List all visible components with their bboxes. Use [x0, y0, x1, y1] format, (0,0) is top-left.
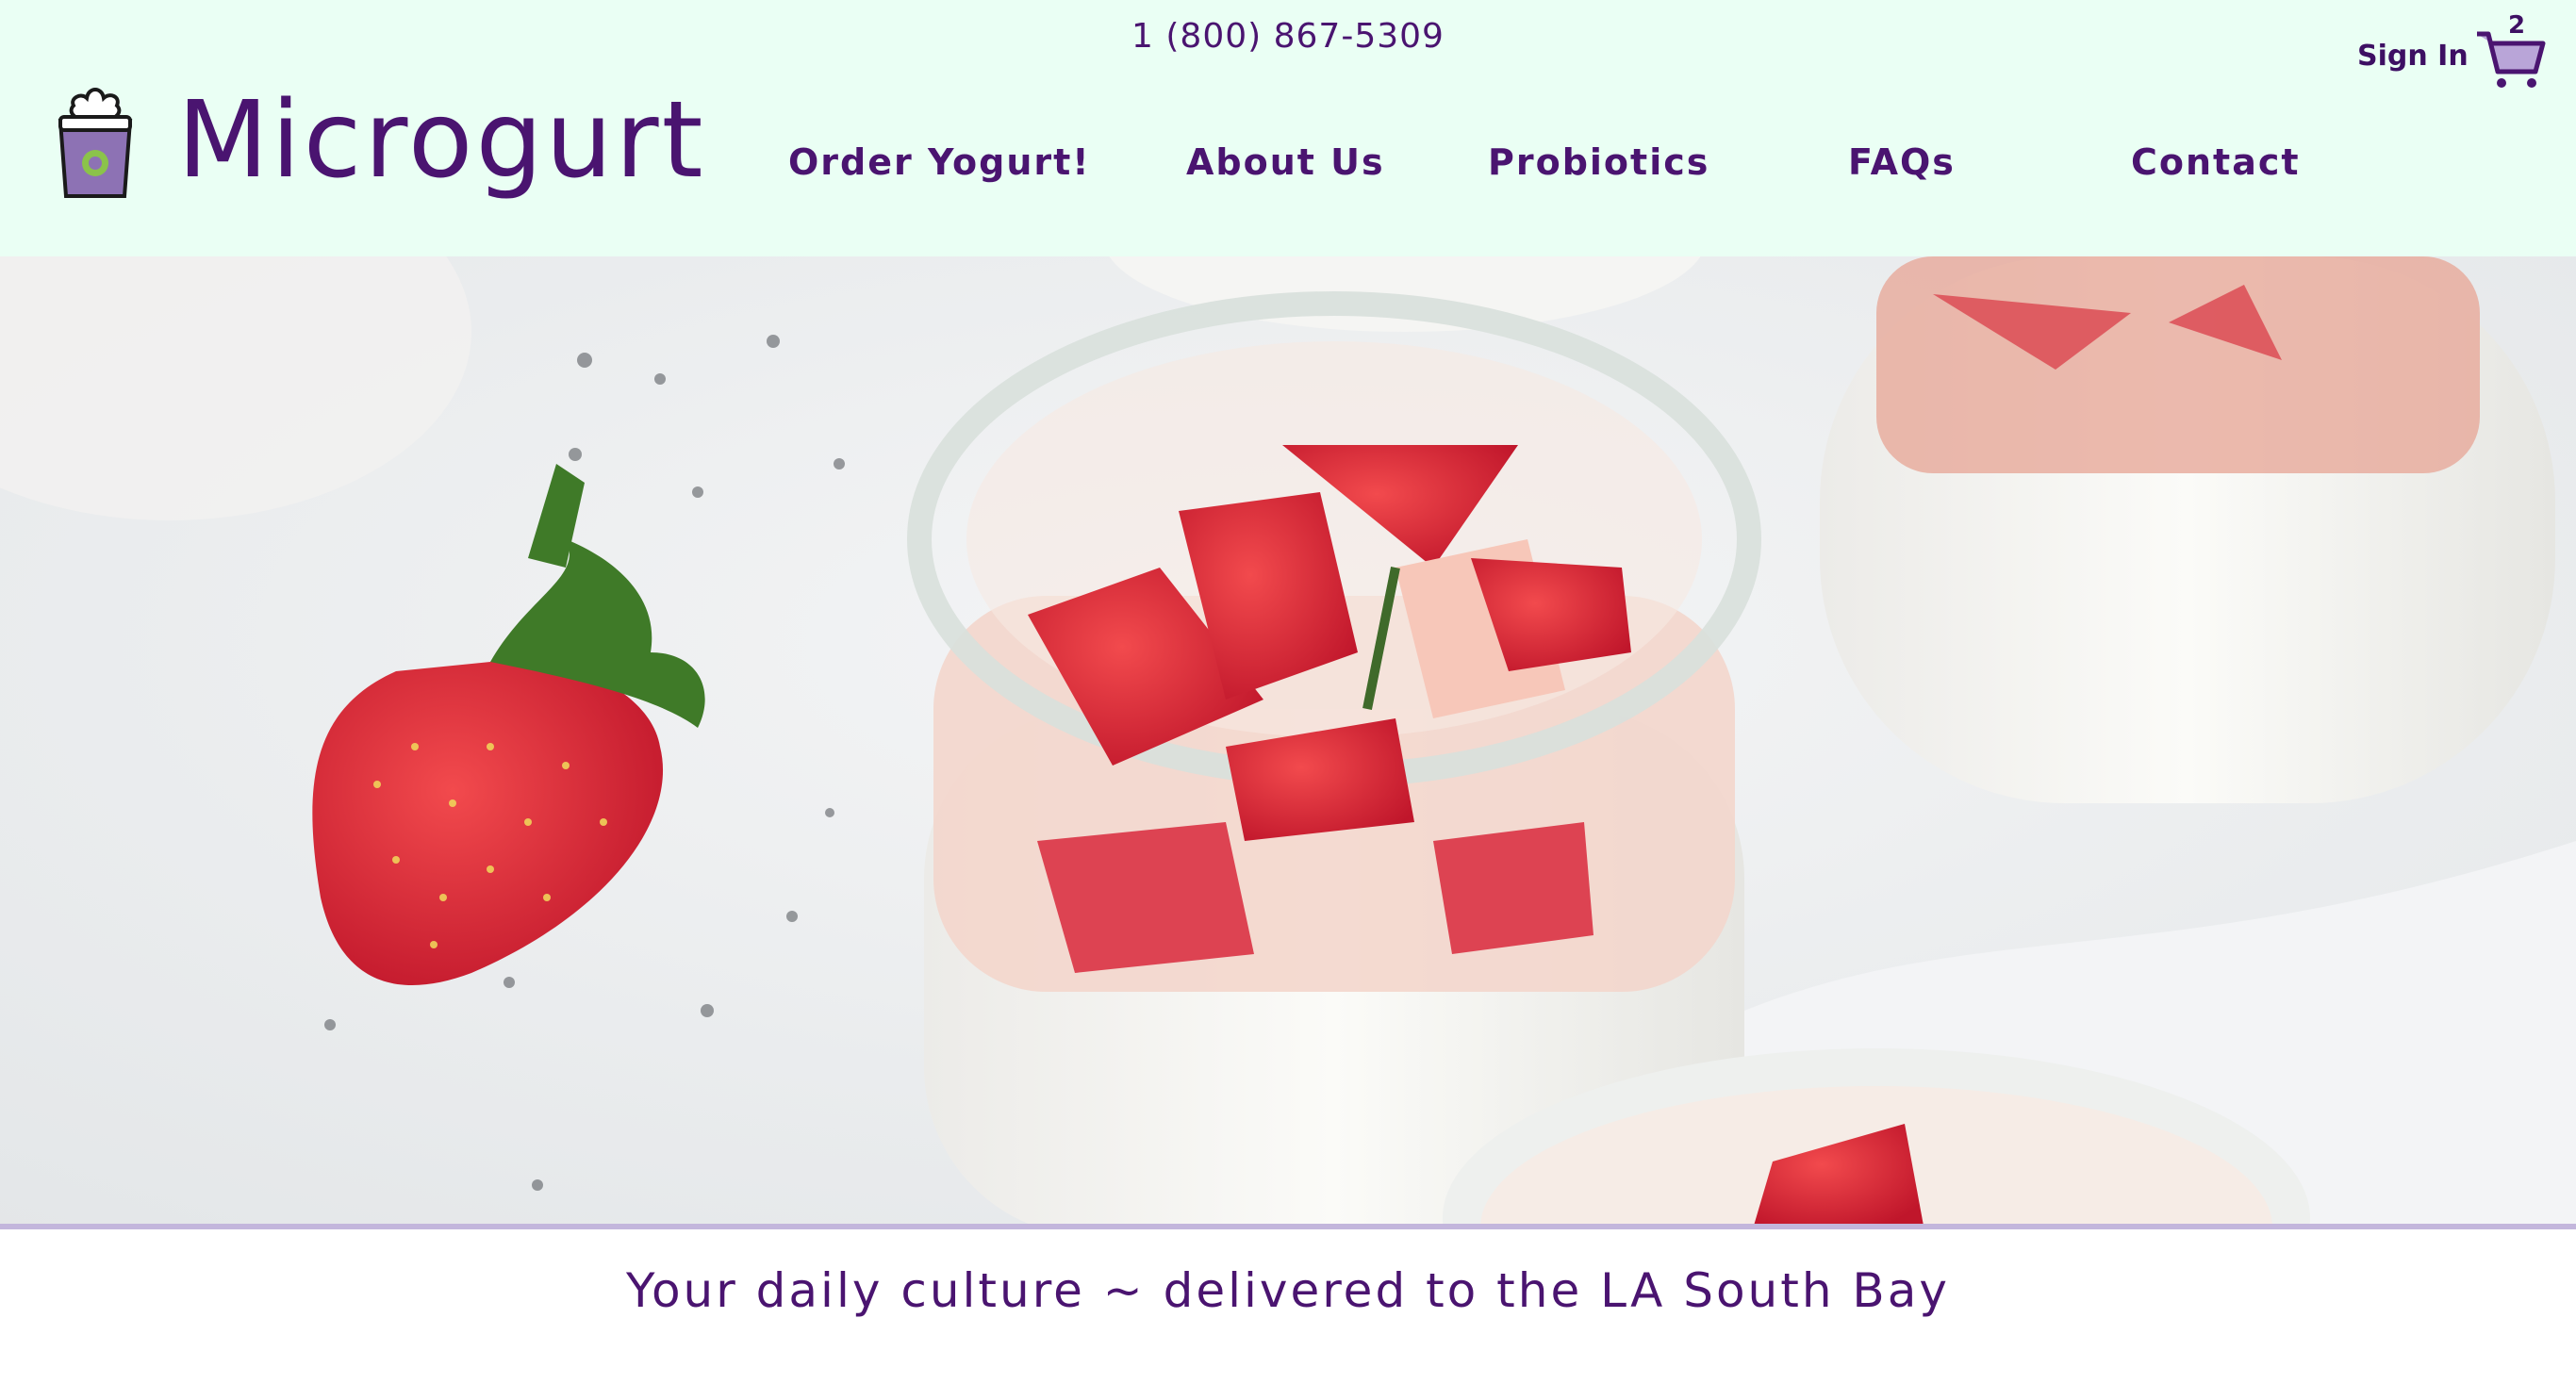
nav-order-yogurt[interactable]: Order Yogurt! [788, 141, 1091, 183]
hero-image [0, 256, 2576, 1226]
site-header: 1 (800) 867-5309 Microgurt Order Yogurt!… [0, 0, 2576, 256]
sign-in-link[interactable]: Sign In [2357, 40, 2469, 73]
shopping-cart-icon[interactable] [2475, 26, 2546, 92]
nav-about-us[interactable]: About Us [1186, 141, 1385, 183]
hero-divider [0, 1224, 2576, 1229]
brand-name[interactable]: Microgurt [177, 77, 705, 204]
tagline: Your daily culture ~ delivered to the LA… [626, 1263, 1950, 1318]
phone-number[interactable]: 1 (800) 867-5309 [0, 17, 2576, 56]
yogurt-cup-logo-icon[interactable] [55, 83, 136, 202]
nav-contact[interactable]: Contact [2131, 141, 2301, 183]
nav-probiotics[interactable]: Probiotics [1488, 141, 1709, 183]
nav-faqs[interactable]: FAQs [1848, 141, 1956, 183]
